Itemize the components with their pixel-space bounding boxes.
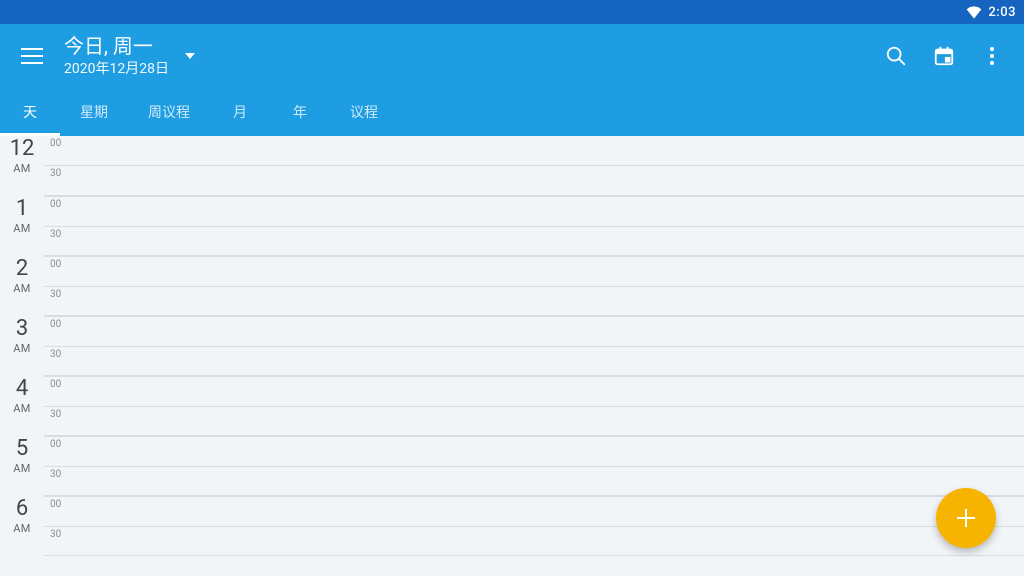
tab-label: 星期 (80, 102, 108, 122)
status-time: 2:03 (988, 5, 1016, 20)
search-icon (885, 45, 907, 67)
hour-row[interactable]: 5 AM 00 30 (0, 436, 1024, 496)
hour-ampm: AM (13, 282, 30, 295)
half-hour-slot[interactable]: 00 (44, 136, 1024, 166)
title-text: 今日, 周一 2020年12月28日 (64, 35, 169, 78)
hour-number: 3 (16, 318, 28, 340)
hour-ampm: AM (13, 162, 30, 175)
tab-label: 月 (233, 102, 247, 122)
hour-ampm: AM (13, 342, 30, 355)
page-title: 今日, 周一 (64, 35, 169, 58)
minute-label: 30 (50, 289, 61, 300)
hour-ampm: AM (13, 462, 30, 475)
hour-label: 1 AM (0, 196, 44, 256)
hour-number: 5 (16, 438, 28, 460)
minute-label: 30 (50, 229, 61, 240)
status-bar: 2:03 (0, 0, 1024, 24)
app-bar: 今日, 周一 2020年12月28日 (0, 24, 1024, 136)
search-button[interactable] (872, 32, 920, 80)
menu-button[interactable] (8, 32, 56, 80)
half-hour-slot[interactable]: 00 (44, 196, 1024, 227)
hour-label: 4 AM (0, 376, 44, 436)
hour-slots: 00 30 (44, 256, 1024, 316)
day-grid[interactable]: 12 AM 00 30 1 AM 00 30 2 AM 00 30 3 AM 00 30 4 AM 00 30 5 AM 0… (0, 136, 1024, 576)
minute-label: 00 (50, 319, 61, 330)
minute-label: 30 (50, 529, 61, 540)
hour-row[interactable]: 3 AM 00 30 (0, 316, 1024, 376)
tab-2[interactable]: 周议程 (128, 88, 210, 136)
minute-label: 30 (50, 349, 61, 360)
hour-row[interactable]: 4 AM 00 30 (0, 376, 1024, 436)
minute-label: 00 (50, 138, 61, 149)
overflow-menu-button[interactable] (968, 32, 1016, 80)
hour-row[interactable]: 2 AM 00 30 (0, 256, 1024, 316)
tab-0[interactable]: 天 (0, 88, 60, 136)
plus-icon (955, 507, 977, 529)
half-hour-slot[interactable]: 30 (44, 287, 1024, 317)
page-subtitle: 2020年12月28日 (64, 58, 169, 78)
hour-label: 6 AM (0, 496, 44, 556)
hour-slots: 00 30 (44, 196, 1024, 256)
hour-ampm: AM (13, 522, 30, 535)
tab-1[interactable]: 星期 (60, 88, 128, 136)
hour-ampm: AM (13, 402, 30, 415)
minute-label: 30 (50, 409, 61, 420)
tab-3[interactable]: 月 (210, 88, 270, 136)
tab-label: 年 (293, 102, 307, 122)
half-hour-slot[interactable]: 00 (44, 316, 1024, 347)
tab-5[interactable]: 议程 (330, 88, 398, 136)
today-button[interactable] (920, 32, 968, 80)
view-tabs: 天 星期 周议程 月 年 议程 (0, 88, 1024, 136)
hour-slots: 00 30 (44, 376, 1024, 436)
tab-4[interactable]: 年 (270, 88, 330, 136)
half-hour-slot[interactable]: 30 (44, 527, 1024, 557)
minute-label: 00 (50, 379, 61, 390)
hour-number: 4 (16, 378, 28, 400)
app-bar-top: 今日, 周一 2020年12月28日 (0, 24, 1024, 88)
hour-row[interactable]: 6 AM 00 30 (0, 496, 1024, 556)
minute-label: 00 (50, 199, 61, 210)
minute-label: 00 (50, 439, 61, 450)
hour-ampm: AM (13, 222, 30, 235)
hour-label: 12 AM (0, 136, 44, 196)
minute-label: 30 (50, 469, 61, 480)
hour-number: 2 (16, 258, 28, 280)
calendar-today-icon (933, 45, 955, 67)
half-hour-slot[interactable]: 00 (44, 376, 1024, 407)
hour-label: 2 AM (0, 256, 44, 316)
hour-number: 6 (16, 498, 28, 520)
half-hour-slot[interactable]: 00 (44, 496, 1024, 527)
half-hour-slot[interactable]: 30 (44, 467, 1024, 497)
more-vert-icon (990, 47, 994, 65)
wifi-icon (966, 5, 982, 19)
hour-slots: 00 30 (44, 436, 1024, 496)
app-screen: 2:03 今日, 周一 2020年12月28日 (0, 0, 1024, 576)
hour-number: 1 (16, 198, 28, 220)
half-hour-slot[interactable]: 00 (44, 256, 1024, 287)
add-event-fab[interactable] (936, 488, 996, 548)
hour-label: 5 AM (0, 436, 44, 496)
hour-slots: 00 30 (44, 136, 1024, 196)
hamburger-icon (21, 48, 43, 64)
tab-label: 天 (23, 102, 37, 122)
chevron-down-icon (185, 53, 195, 59)
hour-slots: 00 30 (44, 316, 1024, 376)
hour-label: 3 AM (0, 316, 44, 376)
hour-row[interactable]: 12 AM 00 30 (0, 136, 1024, 196)
half-hour-slot[interactable]: 00 (44, 436, 1024, 467)
minute-label: 00 (50, 499, 61, 510)
half-hour-slot[interactable]: 30 (44, 227, 1024, 257)
minute-label: 00 (50, 259, 61, 270)
half-hour-slot[interactable]: 30 (44, 407, 1024, 437)
hour-slots: 00 30 (44, 496, 1024, 556)
hour-number: 12 (10, 138, 35, 160)
minute-label: 30 (50, 168, 61, 179)
tab-label: 周议程 (148, 102, 190, 122)
half-hour-slot[interactable]: 30 (44, 166, 1024, 196)
half-hour-slot[interactable]: 30 (44, 347, 1024, 377)
tab-label: 议程 (350, 102, 378, 122)
date-selector[interactable]: 今日, 周一 2020年12月28日 (56, 35, 195, 78)
hour-row[interactable]: 1 AM 00 30 (0, 196, 1024, 256)
